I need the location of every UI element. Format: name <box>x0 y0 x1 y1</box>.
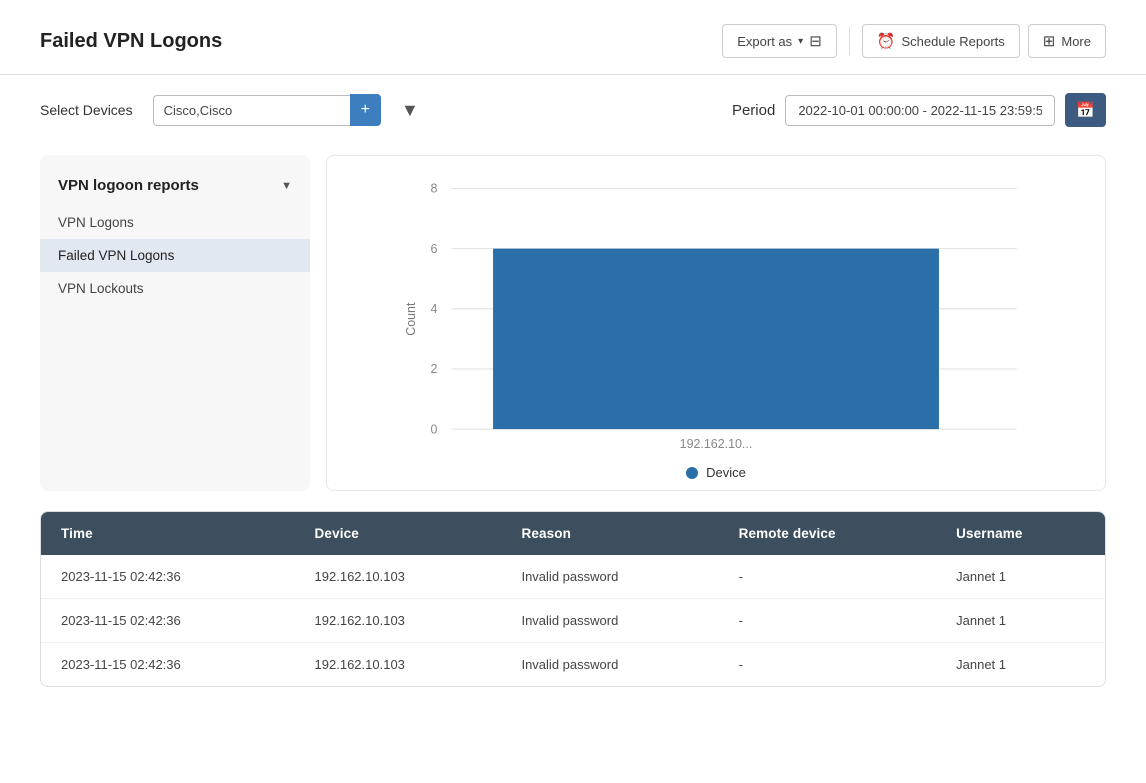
sidebar: VPN logoon reports ▼ VPN Logons Failed V… <box>40 155 310 491</box>
sidebar-item-vpn-lockouts[interactable]: VPN Lockouts <box>40 272 310 305</box>
chevron-down-icon: ▾ <box>798 36 803 47</box>
svg-text:2: 2 <box>430 362 437 376</box>
cell-remote_device: - <box>719 643 937 687</box>
cell-device: 192.162.10.103 <box>295 555 502 599</box>
calendar-button[interactable]: 📅 <box>1065 93 1106 127</box>
col-username: Username <box>936 512 1105 555</box>
svg-text:192.162.10...: 192.162.10... <box>680 437 753 451</box>
alarm-icon: ⏰ <box>877 32 896 50</box>
legend-label: Device <box>706 465 746 480</box>
period-section: Period 📅 <box>732 93 1106 127</box>
schedule-reports-label: Schedule Reports <box>901 34 1004 49</box>
cell-username: Jannet 1 <box>936 643 1105 687</box>
sidebar-title: VPN logoon reports <box>58 177 199 194</box>
main-content: VPN logoon reports ▼ VPN Logons Failed V… <box>0 145 1146 511</box>
more-button[interactable]: ⊞ More <box>1028 24 1106 58</box>
cell-time: 2023-11-15 02:42:36 <box>41 643 295 687</box>
bar-device <box>493 249 939 429</box>
col-reason: Reason <box>501 512 718 555</box>
add-device-button[interactable]: + <box>350 94 381 126</box>
cell-reason: Invalid password <box>501 555 718 599</box>
filter-icon: ▼ <box>401 100 419 120</box>
chart-wrap: 8 6 4 2 0 Count 192.162.10 <box>343 174 1089 457</box>
cell-username: Jannet 1 <box>936 599 1105 643</box>
cell-reason: Invalid password <box>501 643 718 687</box>
bar-chart: 8 6 4 2 0 Count 192.162.10 <box>343 174 1089 454</box>
select-devices-label: Select Devices <box>40 102 133 118</box>
export-label: Export as <box>737 34 792 49</box>
col-time: Time <box>41 512 295 555</box>
table-row: 2023-11-15 02:42:36192.162.10.103Invalid… <box>41 599 1105 643</box>
page-header: Failed VPN Logons Export as ▾ ⊟ ⏰ Schedu… <box>0 0 1146 75</box>
sidebar-header: VPN logoon reports ▼ <box>40 171 310 206</box>
sidebar-item-vpn-logons[interactable]: VPN Logons <box>40 206 310 239</box>
legend-color-dot <box>686 467 698 479</box>
cell-username: Jannet 1 <box>936 555 1105 599</box>
period-label: Period <box>732 102 775 119</box>
filter-button[interactable]: ▼ <box>393 96 427 125</box>
export-button[interactable]: Export as ▾ ⊟ <box>722 24 837 58</box>
device-input-group: + <box>153 94 381 126</box>
chart-area: 8 6 4 2 0 Count 192.162.10 <box>326 155 1106 491</box>
cell-reason: Invalid password <box>501 599 718 643</box>
table-row: 2023-11-15 02:42:36192.162.10.103Invalid… <box>41 555 1105 599</box>
col-remote-device: Remote device <box>719 512 937 555</box>
table-row: 2023-11-15 02:42:36192.162.10.103Invalid… <box>41 643 1105 687</box>
svg-text:Count: Count <box>404 302 418 336</box>
table-body: 2023-11-15 02:42:36192.162.10.103Invalid… <box>41 555 1105 686</box>
svg-text:8: 8 <box>430 182 437 196</box>
cell-time: 2023-11-15 02:42:36 <box>41 599 295 643</box>
cell-remote_device: - <box>719 599 937 643</box>
chart-legend: Device <box>343 465 1089 480</box>
cell-device: 192.162.10.103 <box>295 643 502 687</box>
svg-text:4: 4 <box>430 302 437 316</box>
period-range-input[interactable] <box>785 95 1055 126</box>
more-label: More <box>1061 34 1091 49</box>
more-icon: ⊞ <box>1043 32 1056 50</box>
data-table: Time Device Reason Remote device Usernam… <box>40 511 1106 687</box>
svg-text:6: 6 <box>430 242 437 256</box>
export-icon: ⊟ <box>809 32 822 50</box>
schedule-reports-button[interactable]: ⏰ Schedule Reports <box>862 24 1020 58</box>
cell-time: 2023-11-15 02:42:36 <box>41 555 295 599</box>
toolbar: Select Devices + ▼ Period 📅 <box>0 75 1146 145</box>
header-actions: Export as ▾ ⊟ ⏰ Schedule Reports ⊞ More <box>722 24 1106 58</box>
header-divider <box>849 27 850 55</box>
calendar-icon: 📅 <box>1076 102 1095 119</box>
page-title: Failed VPN Logons <box>40 30 222 53</box>
table-header: Time Device Reason Remote device Usernam… <box>41 512 1105 555</box>
chevron-down-icon: ▼ <box>281 180 292 192</box>
cell-remote_device: - <box>719 555 937 599</box>
sidebar-item-failed-vpn-logons[interactable]: Failed VPN Logons <box>40 239 310 272</box>
svg-text:0: 0 <box>430 422 437 436</box>
col-device: Device <box>295 512 502 555</box>
device-input[interactable] <box>153 95 350 126</box>
cell-device: 192.162.10.103 <box>295 599 502 643</box>
